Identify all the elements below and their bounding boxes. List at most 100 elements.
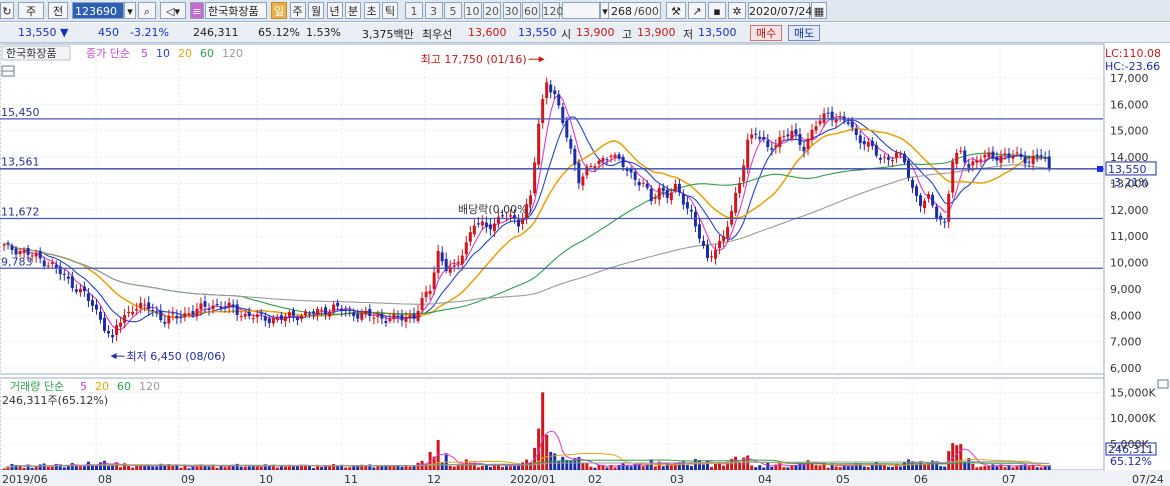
candle: [939, 215, 943, 220]
candle: [902, 153, 906, 163]
candle: [975, 160, 979, 163]
volume-bar: [701, 464, 705, 470]
candle: [1043, 157, 1047, 159]
candle: [894, 152, 898, 158]
volume-bar: [995, 466, 999, 470]
candle: [460, 255, 464, 265]
ma-legend-period: 10: [156, 47, 170, 60]
volume-legend-period: 5: [80, 380, 87, 393]
volume-bar: [279, 466, 283, 470]
stock-name-tab-label: 한국화장품: [6, 47, 57, 60]
candle: [778, 136, 782, 148]
candle: [999, 155, 1003, 163]
y-tick-label: 13,000: [1110, 177, 1149, 190]
candle: [227, 302, 231, 308]
volume-bar: [955, 445, 959, 470]
candle: [440, 252, 444, 262]
candle: [496, 216, 500, 224]
candle: [243, 313, 247, 317]
candle: [722, 236, 726, 242]
volume-bar: [38, 464, 42, 470]
y-tick-label: 15,000: [1110, 125, 1149, 138]
volume-bar: [243, 466, 247, 470]
candle: [1035, 154, 1039, 157]
candle: [1039, 155, 1043, 157]
price-chart[interactable]: 15,45013,56111,6729,78313,550-3.21% 최고 1…: [0, 0, 1170, 486]
volume-bar: [376, 465, 380, 470]
volume-bar: [336, 466, 340, 470]
volume-bar: [50, 466, 54, 470]
volume-bar: [786, 467, 790, 470]
candle: [179, 316, 183, 318]
candle: [645, 183, 649, 188]
candle: [416, 310, 420, 321]
candle: [444, 258, 448, 271]
candle: [979, 159, 983, 162]
candle: [352, 312, 356, 317]
candle: [348, 310, 352, 312]
candle: [312, 311, 316, 314]
candle: [408, 315, 412, 318]
candle: [1047, 156, 1051, 169]
x-tick-label: 05: [836, 473, 850, 486]
candle: [247, 311, 251, 317]
candle: [762, 136, 766, 140]
candle: [223, 306, 227, 308]
candle: [790, 130, 794, 139]
x-tick-label: 08: [98, 473, 112, 486]
candle: [653, 197, 657, 199]
volume-bar: [959, 444, 963, 470]
candle: [1019, 154, 1023, 157]
volume-bar: [625, 465, 629, 470]
candle: [287, 312, 291, 317]
candle: [557, 94, 561, 106]
candle: [476, 223, 480, 225]
candle: [661, 187, 665, 192]
volume-value-label: 246,311주(65.12%): [2, 394, 108, 407]
candle: [931, 195, 935, 206]
candle: [203, 301, 207, 307]
candle: [898, 153, 902, 155]
candle: [1023, 157, 1027, 164]
candle: [94, 304, 98, 310]
candle: [271, 318, 275, 324]
volume-bar: [416, 462, 420, 470]
candle: [766, 140, 770, 147]
candle: [283, 316, 287, 322]
candle: [742, 165, 746, 182]
volume-bar: [119, 467, 123, 470]
candle: [730, 211, 734, 225]
candle: [316, 309, 320, 315]
candle: [589, 165, 593, 167]
candle: [468, 232, 472, 242]
candle: [376, 315, 380, 318]
candle: [854, 128, 858, 135]
y-tick-label: 10,000: [1110, 257, 1149, 270]
volume-bar: [878, 465, 882, 470]
candle: [396, 315, 400, 318]
volume-bar: [155, 466, 159, 470]
candle: [565, 120, 569, 138]
candle: [1007, 153, 1011, 158]
candle: [1027, 161, 1031, 163]
volume-bar: [569, 460, 573, 470]
volume-bar: [1039, 467, 1043, 470]
volume-bar: [275, 467, 279, 470]
y-tick-label: 17,000: [1110, 72, 1149, 85]
volume-bar: [304, 465, 307, 470]
volume-bar: [223, 467, 227, 470]
x-tick-label: 10: [259, 473, 273, 486]
candle: [22, 250, 26, 254]
volume-bar: [62, 467, 66, 470]
volume-bar: [685, 464, 689, 470]
volume-bar: [661, 466, 665, 470]
candle: [74, 289, 78, 292]
volume-bar: [143, 466, 147, 470]
candle: [991, 151, 995, 159]
min-annotation: 최저 6,450 (08/06): [127, 350, 226, 363]
candle: [492, 223, 496, 232]
candle: [259, 313, 263, 315]
candle: [255, 314, 259, 318]
candle: [324, 307, 328, 315]
candle: [211, 305, 215, 310]
